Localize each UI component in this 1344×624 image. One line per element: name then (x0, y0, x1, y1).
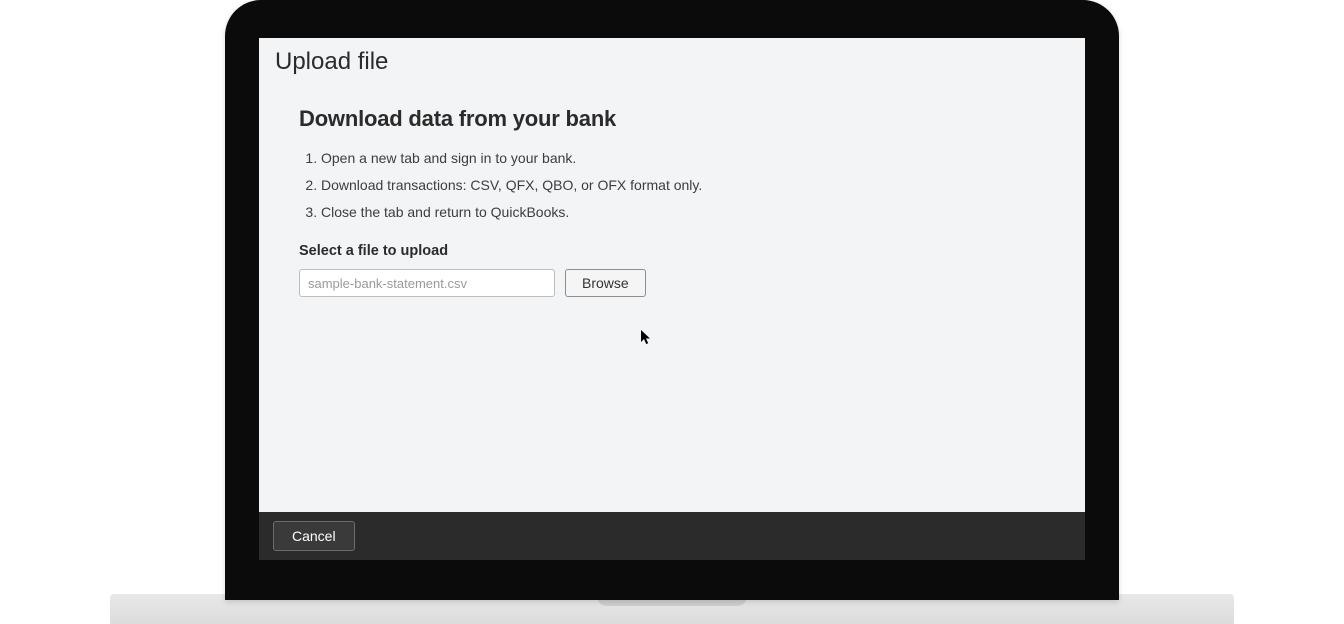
laptop-bezel: Upload file Download data from your bank… (225, 0, 1119, 600)
instruction-step: Download transactions: CSV, QFX, QBO, or… (321, 175, 1045, 196)
file-select-label: Select a file to upload (299, 243, 1045, 259)
cancel-button[interactable]: Cancel (273, 521, 355, 551)
browse-button[interactable]: Browse (565, 269, 646, 297)
footer-bar: Cancel (259, 512, 1085, 560)
main-content: Download data from your bank Open a new … (259, 82, 1085, 512)
instruction-list: Open a new tab and sign in to your bank.… (299, 148, 1045, 223)
section-title: Download data from your bank (299, 106, 1045, 132)
instruction-step: Open a new tab and sign in to your bank. (321, 148, 1045, 169)
page-title: Upload file (259, 38, 1085, 82)
instruction-step: Close the tab and return to QuickBooks. (321, 202, 1045, 223)
file-row: Browse (299, 269, 1045, 297)
file-path-input[interactable] (299, 269, 555, 297)
app-screen: Upload file Download data from your bank… (259, 38, 1085, 560)
